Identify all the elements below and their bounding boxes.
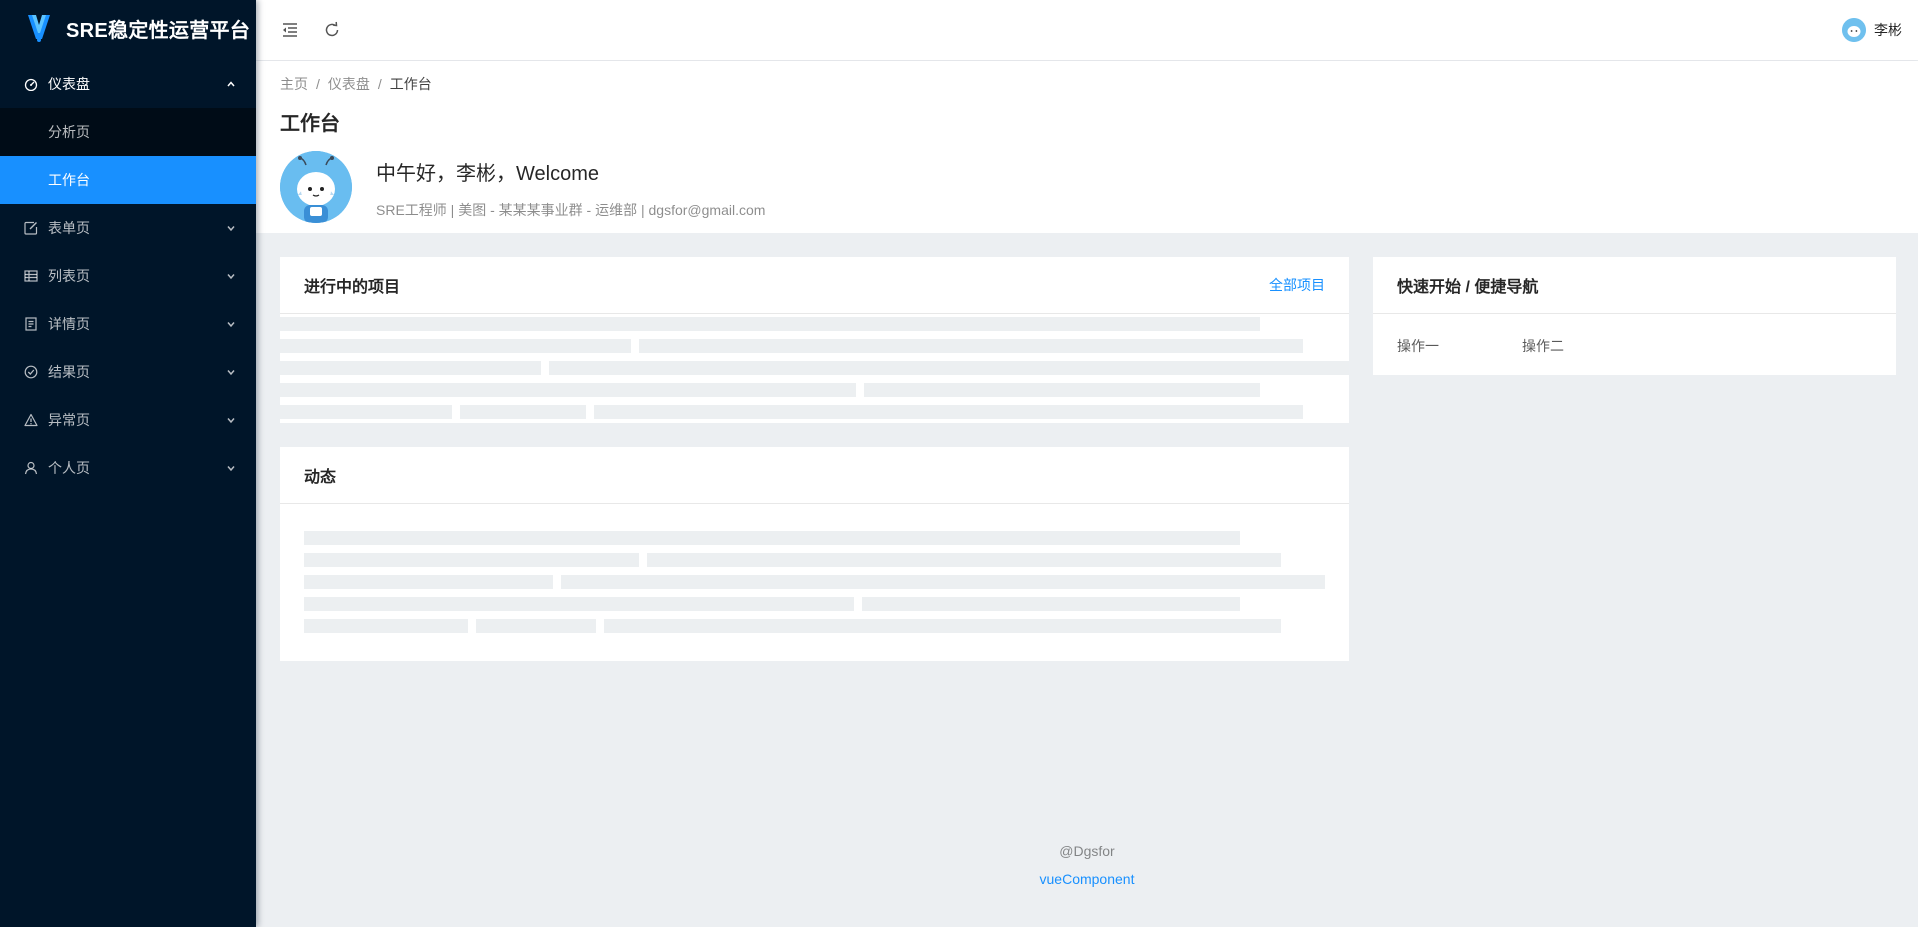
quick-links: 操作一 操作二 [1373, 314, 1896, 378]
app-title: SRE稳定性运营平台 [66, 19, 251, 42]
sidebar-item-profile[interactable]: 详情页 [0, 300, 256, 348]
skeleton-line [304, 531, 1240, 545]
chevron-down-icon [226, 319, 236, 329]
v-logo-icon [26, 13, 52, 43]
all-projects-link[interactable]: 全部项目 [1269, 275, 1325, 295]
card-header: 进行中的项目 全部项目 [280, 257, 1349, 314]
page-header: 主页 / 仪表盘 / 工作台 工作台 中午好，李彬，Welcome SRE工程师… [256, 61, 1918, 233]
check-circle-icon [24, 365, 38, 379]
dashboard-icon [24, 77, 38, 91]
user-profile-line: SRE工程师 | 美图 - 某某某事业群 - 运维部 | dgsfor@gmai… [376, 202, 766, 218]
quick-link-op2[interactable]: 操作二 [1522, 336, 1647, 356]
chevron-down-icon [226, 271, 236, 281]
quick-link-op1[interactable]: 操作一 [1397, 336, 1522, 356]
sidebar-item-label: 仪表盘 [48, 76, 90, 92]
skeleton-line [862, 597, 1240, 611]
welcome-block: 中午好，李彬，Welcome SRE工程师 | 美图 - 某某某事业群 - 运维… [280, 151, 1894, 223]
skeleton-line [561, 575, 1325, 589]
projects-card: 进行中的项目 全部项目 [280, 257, 1349, 423]
skeleton-line [280, 383, 856, 397]
dashboard-submenu: 分析页 工作台 [0, 108, 256, 204]
sidebar-item-exception[interactable]: 异常页 [0, 396, 256, 444]
reload-icon[interactable] [320, 18, 344, 42]
sidebar-item-label: 结果页 [48, 364, 90, 380]
card-title: 进行中的项目 [304, 279, 401, 296]
chevron-down-icon [226, 223, 236, 233]
chevron-up-icon [226, 79, 236, 89]
sidebar-item-dashboard[interactable]: 仪表盘 [0, 60, 256, 108]
copyright: @Dgsfor [1059, 843, 1115, 859]
breadcrumb-current: 工作台 [389, 76, 432, 92]
table-icon [24, 269, 38, 283]
skeleton-line [460, 405, 586, 419]
page-title: 工作台 [280, 113, 340, 135]
form-edit-icon [24, 221, 38, 235]
profile-icon [24, 317, 38, 331]
user-menu[interactable]: 李彬 [1842, 18, 1902, 42]
skeleton-line [594, 405, 1303, 419]
chevron-down-icon [226, 463, 236, 473]
avatar [280, 151, 352, 223]
breadcrumb-dashboard[interactable]: 仪表盘 [328, 74, 370, 94]
breadcrumb: 主页 / 仪表盘 / 工作台 [280, 73, 1894, 95]
card-header: 快速开始 / 便捷导航 [1373, 257, 1896, 314]
card-header: 动态 [280, 447, 1349, 504]
sidebar-item-label: 异常页 [48, 412, 90, 428]
sidebar-item-list[interactable]: 列表页 [0, 252, 256, 300]
skeleton-line [647, 553, 1281, 567]
skeleton-line [604, 619, 1281, 633]
skeleton-line [639, 339, 1303, 353]
skeleton-line [864, 383, 1260, 397]
sidebar-item-label: 详情页 [48, 316, 90, 332]
sidebar-item-label: 列表页 [48, 268, 90, 284]
logo[interactable]: SRE稳定性运营平台 [0, 0, 256, 56]
sidebar-item-result[interactable]: 结果页 [0, 348, 256, 396]
user-name: 李彬 [1874, 22, 1902, 38]
breadcrumb-home[interactable]: 主页 [280, 74, 308, 94]
top-header: 李彬 [256, 0, 1918, 60]
greeting: 中午好，李彬，Welcome [376, 163, 599, 185]
skeleton-line [304, 553, 639, 567]
skeleton-line [549, 361, 1349, 375]
skeleton-line [476, 619, 596, 633]
card-title: 动态 [304, 469, 337, 486]
sidebar-item-account[interactable]: 个人页 [0, 444, 256, 492]
footer: @Dgsfor vueComponent [256, 843, 1918, 887]
skeleton-line [280, 361, 541, 375]
user-icon [24, 461, 38, 475]
sidebar: SRE稳定性运营平台 仪表盘 分析页 工作台 表单页 列表页 详情页 结果页 异… [0, 0, 256, 927]
side-menu: 仪表盘 分析页 工作台 表单页 列表页 详情页 结果页 异常页 个人页 [0, 60, 256, 492]
card-title: 快速开始 / 便捷导航 [1397, 279, 1539, 296]
skeleton-line [304, 575, 553, 589]
skeleton-line [304, 597, 854, 611]
avatar [1842, 18, 1866, 42]
sidebar-item-analysis[interactable]: 分析页 [0, 108, 256, 156]
skeleton-line [280, 339, 631, 353]
skeleton-line [280, 317, 1260, 331]
skeleton-line [304, 619, 468, 633]
breadcrumb-separator: / [316, 76, 320, 92]
quick-nav-card: 快速开始 / 便捷导航 操作一 操作二 [1373, 257, 1896, 375]
footer-link[interactable]: vueComponent [256, 871, 1918, 887]
welcome-text: 中午好，李彬，Welcome SRE工程师 | 美图 - 某某某事业群 - 运维… [376, 151, 765, 220]
breadcrumb-separator: / [377, 76, 382, 92]
activity-card: 动态 [280, 447, 1349, 661]
menu-fold-icon[interactable] [278, 18, 302, 42]
sidebar-item-label: 表单页 [48, 220, 90, 236]
chevron-down-icon [226, 367, 236, 377]
skeleton-line [280, 405, 452, 419]
sidebar-item-form[interactable]: 表单页 [0, 204, 256, 252]
chevron-down-icon [226, 415, 236, 425]
sidebar-item-label: 个人页 [48, 460, 90, 476]
warning-icon [24, 413, 38, 427]
sidebar-item-workplace[interactable]: 工作台 [0, 156, 256, 204]
